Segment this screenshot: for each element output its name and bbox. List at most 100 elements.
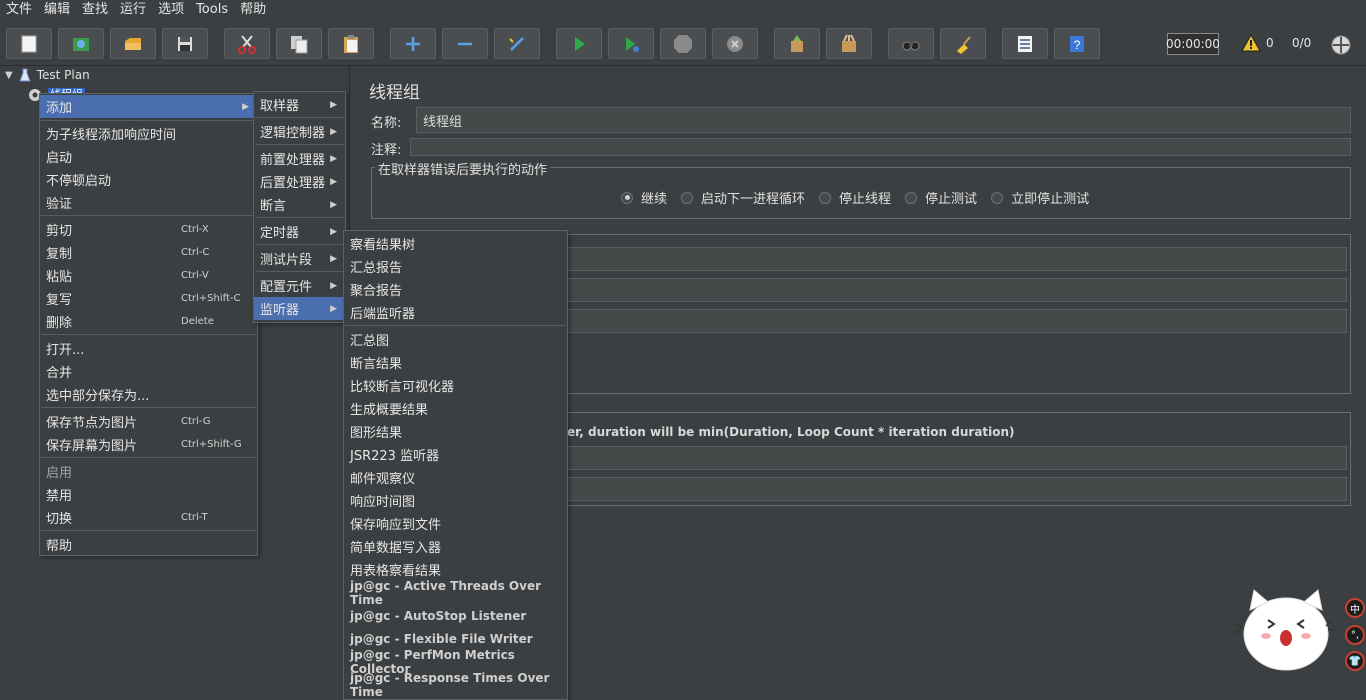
ime-chinese-button[interactable]: 中 — [1345, 598, 1365, 618]
menu-search[interactable]: 查找 — [76, 0, 114, 20]
radio-stop-thread[interactable]: 停止线程 — [819, 188, 891, 207]
menu-separator — [255, 271, 344, 272]
clear-button[interactable] — [774, 28, 820, 59]
help-button[interactable]: ? — [1054, 28, 1100, 59]
submenu-item-config-element[interactable]: 配置元件 ▶ — [254, 274, 345, 297]
menu-edit[interactable]: 编辑 — [38, 0, 76, 20]
listener-item[interactable]: 聚合报告 — [344, 278, 567, 301]
submenu-item-post-processor[interactable]: 后置处理器 ▶ — [254, 170, 345, 193]
clear-all-icon — [842, 34, 856, 52]
menu-item-start[interactable]: 启动 — [40, 145, 257, 168]
menu-item-start-no-pause[interactable]: 不停顿启动 — [40, 168, 257, 191]
cut-button[interactable] — [224, 28, 270, 59]
menu-run[interactable]: 运行 — [114, 0, 152, 20]
collapse-button[interactable] — [442, 28, 488, 59]
menu-item-open[interactable]: 打开... — [40, 337, 257, 360]
paste-button[interactable] — [328, 28, 374, 59]
tree-node-test-plan[interactable]: ▼ Test Plan — [5, 68, 90, 82]
listener-item[interactable]: 汇总报告 — [344, 255, 567, 278]
listener-item[interactable]: JSR223 监听器 — [344, 443, 567, 466]
listener-item[interactable]: 简单数据写入器 — [344, 535, 567, 558]
listener-item[interactable]: 响应时间图 — [344, 489, 567, 512]
menu-item-save-screen-image[interactable]: 保存屏幕为图片 Ctrl+Shift-G — [40, 433, 257, 456]
radio-dot — [819, 191, 832, 204]
listener-item[interactable]: 生成概要结果 — [344, 397, 567, 420]
save-button[interactable] — [162, 28, 208, 59]
menu-item-validate[interactable]: 验证 — [40, 191, 257, 214]
start-button[interactable] — [556, 28, 602, 59]
submenu-item-pre-processor[interactable]: 前置处理器 ▶ — [254, 147, 345, 170]
ime-skin-button[interactable]: 👕 — [1345, 651, 1365, 671]
menu-item-delete[interactable]: 删除 Delete — [40, 310, 257, 333]
toggle-button[interactable] — [494, 28, 540, 59]
listener-item[interactable]: 汇总图 — [344, 328, 567, 351]
duration-hint: er, duration will be min(Duration, Loop … — [567, 425, 1015, 439]
clear-all-button[interactable] — [826, 28, 872, 59]
name-field[interactable]: 线程组 — [416, 107, 1351, 133]
reset-search-button[interactable] — [940, 28, 986, 59]
radio-stop-test-now[interactable]: 立即停止测试 — [991, 188, 1089, 207]
warning-icon[interactable] — [1241, 34, 1261, 52]
radio-continue[interactable]: 继续 — [621, 188, 667, 207]
search-icon — [902, 41, 920, 50]
stop-button[interactable] — [660, 28, 706, 59]
active-threads-count: 0/0 — [1292, 36, 1312, 50]
menu-item-paste[interactable]: 粘贴 Ctrl-V — [40, 264, 257, 287]
open-button[interactable] — [110, 28, 156, 59]
ime-punctuation-button[interactable]: °, — [1345, 625, 1365, 645]
radio-stop-test[interactable]: 停止测试 — [905, 188, 977, 207]
listener-item[interactable]: 保存响应到文件 — [344, 512, 567, 535]
copy-button[interactable] — [276, 28, 322, 59]
submenu-item-test-fragment[interactable]: 测试片段 ▶ — [254, 247, 345, 270]
menu-item-add[interactable]: 添加 ▶ — [40, 95, 257, 118]
menu-file[interactable]: 文件 — [0, 0, 38, 20]
submenu-item-assertion[interactable]: 断言 ▶ — [254, 193, 345, 216]
submenu-item-listener[interactable]: 监听器 ▶ — [254, 297, 345, 320]
listener-item[interactable]: jp@gc - Response Times Over Time — [344, 671, 567, 699]
menu-item-save-selection-as[interactable]: 选中部分保存为... — [40, 383, 257, 406]
listener-item[interactable]: 察看结果树 — [344, 232, 567, 255]
start-no-pause-button[interactable] — [608, 28, 654, 59]
shutdown-button[interactable] — [712, 28, 758, 59]
new-icon — [21, 35, 37, 52]
radio-start-next-loop[interactable]: 启动下一进程循环 — [681, 188, 805, 207]
function-helper-button[interactable] — [1002, 28, 1048, 59]
menu-item-add-response-time[interactable]: 为子线程添加响应时间 — [40, 122, 257, 145]
collapse-arrow-icon[interactable]: ▼ — [5, 70, 13, 81]
listener-item[interactable]: 断言结果 — [344, 351, 567, 374]
menu-item-save-node-image[interactable]: 保存节点为图片 Ctrl-G — [40, 410, 257, 433]
menu-help[interactable]: 帮助 — [234, 0, 272, 20]
menu-options[interactable]: 选项 — [152, 0, 190, 20]
listener-item[interactable]: 邮件观察仪 — [344, 466, 567, 489]
submenu-item-sampler[interactable]: 取样器 ▶ — [254, 93, 345, 116]
remote-status-icon — [1331, 35, 1351, 55]
menu-item-copy[interactable]: 复制 Ctrl-C — [40, 241, 257, 264]
submenu-arrow-icon: ▶ — [330, 303, 337, 314]
submenu-arrow-icon: ▶ — [330, 226, 337, 237]
listener-item[interactable]: jp@gc - AutoStop Listener — [344, 604, 567, 627]
sampler-error-group-title: 在取样器错误后要执行的动作 — [375, 159, 551, 178]
stop-icon — [674, 34, 692, 53]
new-button[interactable] — [6, 28, 52, 59]
menu-item-duplicate[interactable]: 复写 Ctrl+Shift-C — [40, 287, 257, 310]
menu-separator — [41, 530, 256, 531]
submenu-item-logic-controller[interactable]: 逻辑控制器 ▶ — [254, 120, 345, 143]
comment-field[interactable] — [410, 138, 1351, 156]
menu-item-toggle[interactable]: 切换 Ctrl-T — [40, 506, 257, 529]
menu-item-help[interactable]: 帮助 — [40, 533, 257, 556]
listener-item[interactable]: 图形结果 — [344, 420, 567, 443]
listener-item[interactable]: 比较断言可视化器 — [344, 374, 567, 397]
templates-button[interactable] — [58, 28, 104, 59]
listener-item[interactable]: 后端监听器 — [344, 301, 567, 324]
listener-item[interactable]: jp@gc - Active Threads Over Time — [344, 579, 567, 607]
menu-item-merge[interactable]: 合并 — [40, 360, 257, 383]
menu-separator — [255, 144, 344, 145]
menu-item-enable[interactable]: 启用 — [40, 460, 257, 483]
expand-button[interactable] — [390, 28, 436, 59]
menu-tools[interactable]: Tools — [190, 0, 234, 20]
submenu-item-timer[interactable]: 定时器 ▶ — [254, 220, 345, 243]
tree-node-label: Test Plan — [36, 68, 90, 82]
menu-item-disable[interactable]: 禁用 — [40, 483, 257, 506]
menu-item-cut[interactable]: 剪切 Ctrl-X — [40, 218, 257, 241]
search-button[interactable] — [888, 28, 934, 59]
